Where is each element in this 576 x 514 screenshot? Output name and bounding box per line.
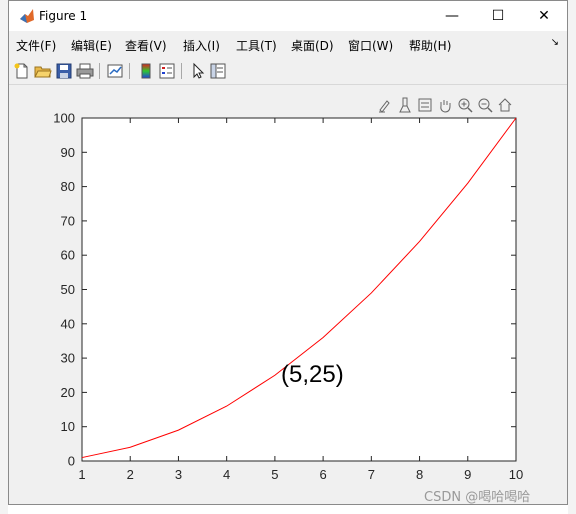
minimize-icon: — [445,8,459,24]
maximize-icon: ☐ [491,8,505,24]
y-tick-label: 60 [61,248,75,263]
minimize-button[interactable]: — [429,1,475,31]
y-tick-label: 0 [68,454,75,469]
open-icon[interactable] [34,62,52,80]
y-tick-label: 70 [61,213,75,228]
x-tick-label: 7 [368,467,375,482]
save-icon[interactable] [55,62,73,80]
figure-toolbar [9,57,567,85]
y-tick-label: 50 [61,282,75,297]
x-tick-label: 5 [271,467,278,482]
matlab-icon [20,9,34,23]
close-button[interactable]: ✕ [521,1,567,31]
colorbar-icon[interactable] [137,62,155,80]
background-editor-right [568,0,576,514]
background-editor-left [0,0,8,514]
edit-plot-icon[interactable] [189,62,207,80]
link-plot-icon[interactable] [106,62,124,80]
new-figure-icon[interactable] [13,62,31,80]
menu-tools[interactable]: 工具(T) [236,37,277,54]
x-tick-label: 1 [78,467,85,482]
x-tick-label: 9 [464,467,471,482]
axes-background [81,117,517,462]
x-tick-label: 10 [509,467,523,482]
y-tick-label: 10 [61,419,75,434]
print-icon[interactable] [76,62,94,80]
point-annotation: (5,25) [281,361,344,388]
toolbar-separator [99,63,100,79]
menu-view[interactable]: 查看(V) [125,37,167,54]
watermark: CSDN @喝哈喝哈 [424,490,531,505]
x-tick-label: 4 [223,467,230,482]
window-title: Figure 1 [39,9,88,23]
x-tick-label: 3 [175,467,182,482]
x-tick-label: 6 [319,467,326,482]
y-tick-label: 40 [61,316,75,331]
menu-desktop[interactable]: 桌面(D) [291,37,334,54]
close-icon: ✕ [538,8,550,24]
dock-arrow-icon[interactable]: ↘ [551,37,559,48]
x-tick-label: 8 [416,467,423,482]
menu-insert[interactable]: 插入(I) [183,37,220,54]
menu-edit[interactable]: 编辑(E) [71,37,112,54]
y-tick-label: 100 [53,111,75,126]
menu-window[interactable]: 窗口(W) [348,37,393,54]
figure-window: Figure 1 — ☐ ✕ 文件(F) 编辑(E) 查看(V) 插入(I) 工… [8,0,568,505]
menu-help[interactable]: 帮助(H) [409,37,451,54]
y-tick-label: 90 [61,145,75,160]
y-tick-label: 80 [61,179,75,194]
toolbar-separator [181,63,182,79]
plot-area: 1 2 3 4 5 6 7 8 9 100102030405060708090100 [53,111,523,483]
maximize-button[interactable]: ☐ [475,1,521,31]
x-tick-label: 2 [127,467,134,482]
y-tick-label: 20 [61,385,75,400]
menu-file[interactable]: 文件(F) [16,37,56,54]
menu-bar: 文件(F) 编辑(E) 查看(V) 插入(I) 工具(T) 桌面(D) 窗口(W… [9,31,567,57]
y-tick-label: 30 [61,351,75,366]
title-bar[interactable]: Figure 1 — ☐ ✕ [9,1,567,31]
property-inspector-icon[interactable] [209,62,227,80]
legend-icon[interactable] [158,62,176,80]
toolbar-separator [129,63,130,79]
